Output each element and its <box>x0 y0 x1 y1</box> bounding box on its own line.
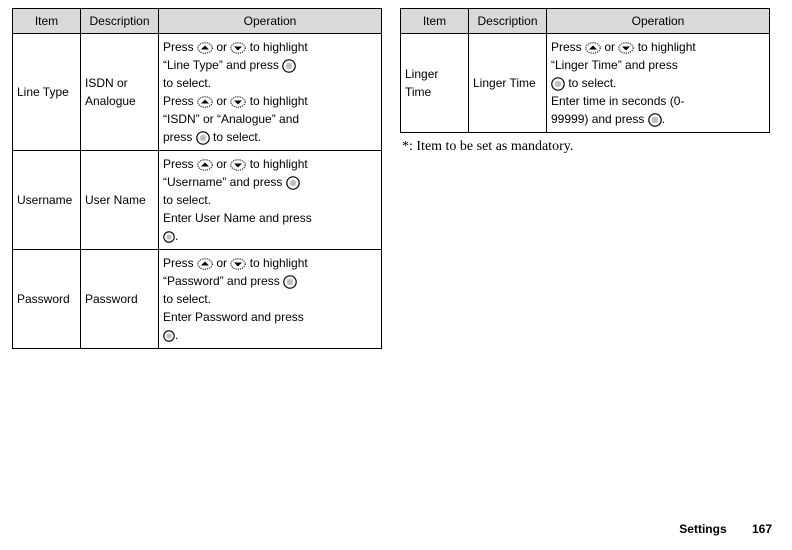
select-button-icon <box>196 131 210 145</box>
page-footer: Settings 167 <box>679 522 772 536</box>
arrow-up-icon <box>197 96 213 108</box>
header-description: Description <box>469 9 547 34</box>
cell-operation: Press or to highlight “Line Type” and pr… <box>159 34 382 151</box>
table-header-row: Item Description Operation <box>13 9 382 34</box>
arrow-down-icon <box>230 96 246 108</box>
cell-description: ISDN or Analogue <box>81 34 159 151</box>
table-row: Username User Name Press or to highlight… <box>13 151 382 250</box>
cell-operation: Press or to highlight “Password” and pre… <box>159 250 382 349</box>
table-row: Linger Time Linger Time Press or to high… <box>401 34 770 133</box>
cell-item: Password <box>13 250 81 349</box>
arrow-down-icon <box>230 258 246 270</box>
select-button-icon <box>648 113 662 127</box>
arrow-up-icon <box>197 159 213 171</box>
footer-section: Settings <box>679 522 726 536</box>
header-operation: Operation <box>547 9 770 34</box>
select-button-icon <box>283 275 297 289</box>
cell-item: Line Type <box>13 34 81 151</box>
arrow-down-icon <box>618 42 634 54</box>
cell-description: User Name <box>81 151 159 250</box>
arrow-up-icon <box>197 42 213 54</box>
header-item: Item <box>401 9 469 34</box>
arrow-down-icon <box>230 159 246 171</box>
arrow-up-icon <box>585 42 601 54</box>
footer-page-number: 167 <box>752 522 772 536</box>
ok-button-icon <box>163 231 175 243</box>
cell-description: Password <box>81 250 159 349</box>
cell-operation: Press or to highlight “Username” and pre… <box>159 151 382 250</box>
cell-operation: Press or to highlight “Linger Time” and … <box>547 34 770 133</box>
select-button-icon <box>282 59 296 73</box>
left-table: Item Description Operation Line Type ISD… <box>12 8 382 349</box>
cell-item: Linger Time <box>401 34 469 133</box>
arrow-down-icon <box>230 42 246 54</box>
select-button-icon <box>286 176 300 190</box>
mandatory-note: *: Item to be set as mandatory. <box>402 139 770 155</box>
left-column: Item Description Operation Line Type ISD… <box>12 8 382 349</box>
right-column: Item Description Operation Linger Time L… <box>400 8 770 349</box>
select-button-icon <box>551 77 565 91</box>
table-row: Line Type ISDN or Analogue Press or to h… <box>13 34 382 151</box>
arrow-up-icon <box>197 258 213 270</box>
table-row: Password Password Press or to highlight … <box>13 250 382 349</box>
table-header-row: Item Description Operation <box>401 9 770 34</box>
cell-description: Linger Time <box>469 34 547 133</box>
ok-button-icon <box>163 330 175 342</box>
right-table: Item Description Operation Linger Time L… <box>400 8 770 133</box>
header-item: Item <box>13 9 81 34</box>
cell-item: Username <box>13 151 81 250</box>
header-description: Description <box>81 9 159 34</box>
header-operation: Operation <box>159 9 382 34</box>
